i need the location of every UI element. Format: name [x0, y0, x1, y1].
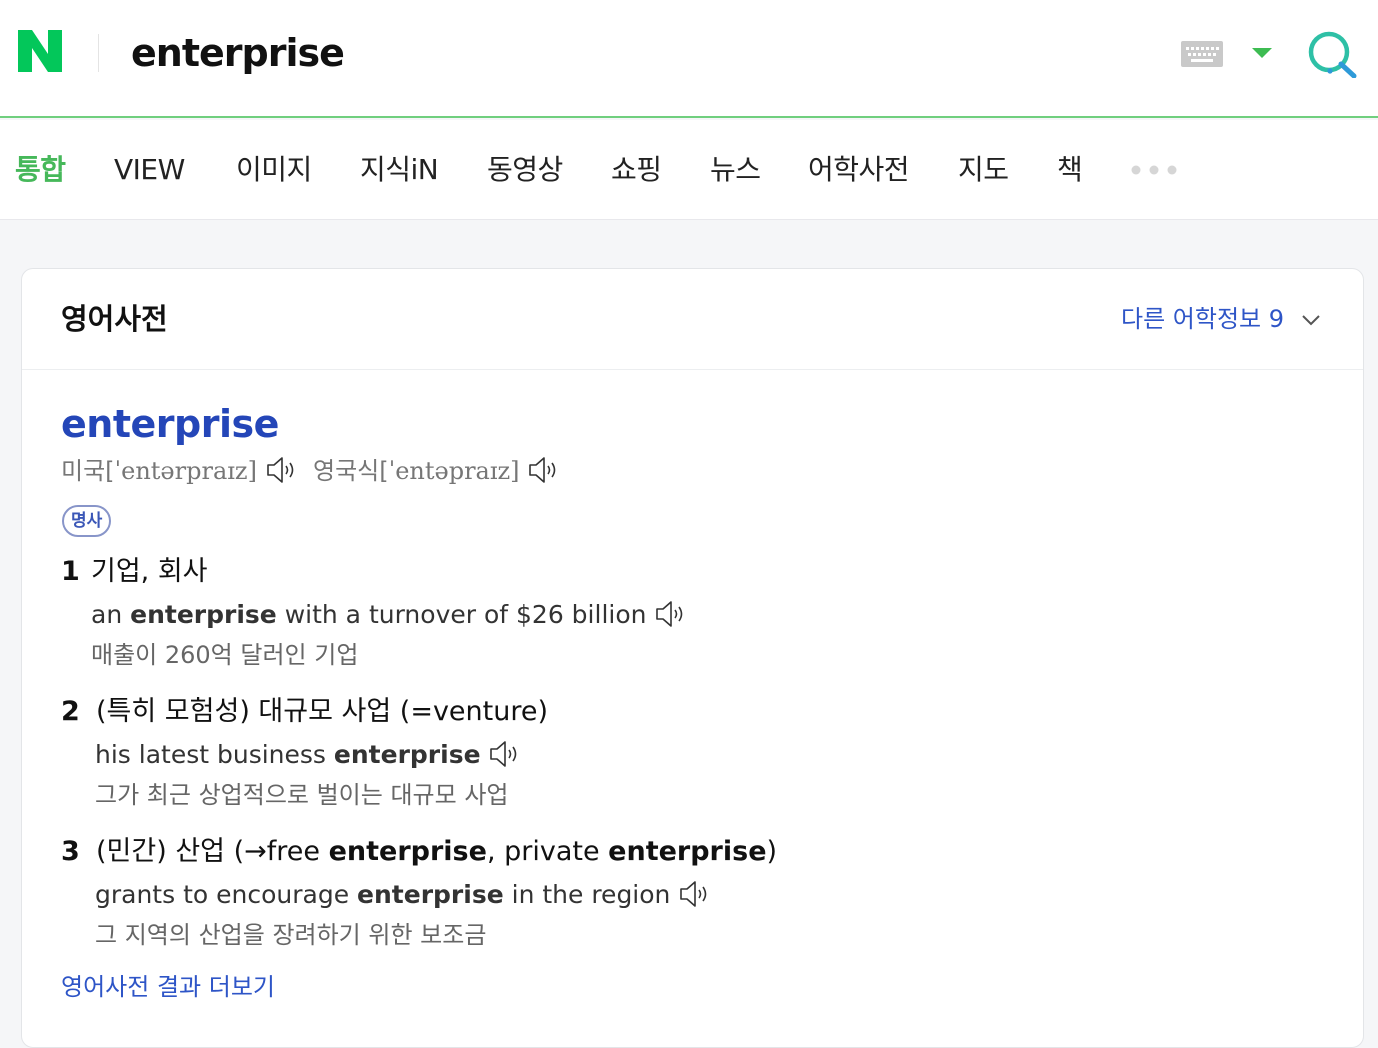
sense-definition: (민간) 산업 (→free enterprise, private enter… — [96, 833, 777, 871]
naver-logo-icon[interactable] — [17, 28, 63, 74]
pronunciation-uk: 영국식[ˈentəpraɪz] — [313, 451, 561, 491]
sense-number: 2 — [61, 696, 80, 727]
sense-definition: 기업, 회사 — [91, 556, 208, 587]
example-translation: 그가 최근 상업적으로 벌이는 대규모 사업 — [95, 781, 509, 809]
tab-knowledge-in[interactable]: 지식iN — [360, 150, 439, 190]
search-query-input[interactable]: enterprise — [131, 28, 345, 78]
pron-uk-label: 영국식[ — [313, 457, 389, 485]
related-term-link[interactable]: enterprise — [329, 836, 487, 867]
speaker-icon[interactable] — [265, 455, 299, 485]
tab-video[interactable]: 동영상 — [487, 150, 563, 190]
definition-text: (민간) 산업 (→free — [96, 836, 329, 867]
tab-dictionary[interactable]: 어학사전 — [808, 150, 910, 190]
english-dictionary-card: 영어사전 다른 어학정보 9 enterprise 미국[ˈentərpraɪz… — [21, 268, 1364, 1048]
speaker-icon[interactable] — [488, 739, 522, 769]
tab-integrated[interactable]: 통합 — [15, 150, 66, 190]
sense-number: 1 — [61, 556, 80, 587]
search-tabs: 통합 VIEW 이미지 지식iN 동영상 쇼핑 뉴스 어학사전 지도 책 — [0, 120, 1378, 220]
example-sentence: his latest business enterprise — [95, 737, 522, 773]
example-text: with a turnover of $26 billion — [276, 600, 647, 629]
tab-view[interactable]: VIEW — [114, 150, 185, 190]
example-translation: 매출이 260억 달러인 기업 — [91, 641, 359, 669]
pron-us-ipa: ˈentərpraɪz] — [114, 457, 257, 485]
card-header: 영어사전 다른 어학정보 9 — [22, 269, 1363, 370]
pronunciation-us: 미국[ˈentərpraɪz] — [61, 451, 299, 491]
speaker-icon[interactable] — [654, 599, 688, 629]
example-translation: 그 지역의 산업을 장려하기 위한 보조금 — [95, 921, 487, 949]
example-text: an — [91, 600, 131, 629]
example-text: grants to encourage — [95, 880, 358, 909]
definition-text: ) — [766, 836, 778, 867]
pron-uk-ipa: ˈentəpraɪz] — [388, 457, 520, 485]
definition-text: , private — [486, 836, 609, 867]
tab-news[interactable]: 뉴스 — [710, 150, 761, 190]
example-keyword: enterprise — [357, 880, 504, 909]
pron-us-label: 미국[ — [61, 457, 115, 485]
example-keyword: enterprise — [333, 740, 481, 769]
headword-link[interactable]: enterprise — [61, 399, 279, 449]
example-sentence: grants to encourage enterprise in the re… — [95, 877, 712, 913]
related-term-link[interactable]: enterprise — [608, 836, 766, 867]
more-results-link[interactable]: 영어사전 결과 더보기 — [61, 969, 275, 1005]
keyboard-icon[interactable] — [1181, 41, 1223, 67]
dropdown-arrow-icon[interactable] — [1251, 46, 1273, 60]
tab-image[interactable]: 이미지 — [236, 150, 312, 190]
sense-number: 3 — [61, 836, 80, 867]
example-sentence: an enterprise with a turnover of $26 bil… — [91, 597, 688, 633]
card-title: 영어사전 — [61, 302, 168, 336]
tab-map[interactable]: 지도 — [958, 150, 1009, 190]
search-icon[interactable] — [1306, 30, 1358, 78]
part-of-speech-badge: 명사 — [62, 505, 112, 537]
chevron-down-icon[interactable] — [1300, 309, 1322, 331]
tab-book[interactable]: 책 — [1057, 150, 1083, 190]
speaker-icon[interactable] — [678, 879, 712, 909]
example-keyword: enterprise — [130, 600, 277, 629]
tab-shopping[interactable]: 쇼핑 — [611, 150, 662, 190]
other-info-button[interactable]: 다른 어학정보 9 — [1121, 301, 1284, 337]
example-text: his latest business — [95, 740, 334, 769]
sense-definition: (특히 모험성) 대규모 사업 (=venture) — [96, 696, 549, 727]
search-header: enterprise — [0, 0, 1378, 118]
example-text: in the region — [503, 880, 671, 909]
more-tabs-icon[interactable] — [1128, 164, 1184, 176]
header-divider — [98, 34, 99, 72]
speaker-icon[interactable] — [527, 455, 561, 485]
